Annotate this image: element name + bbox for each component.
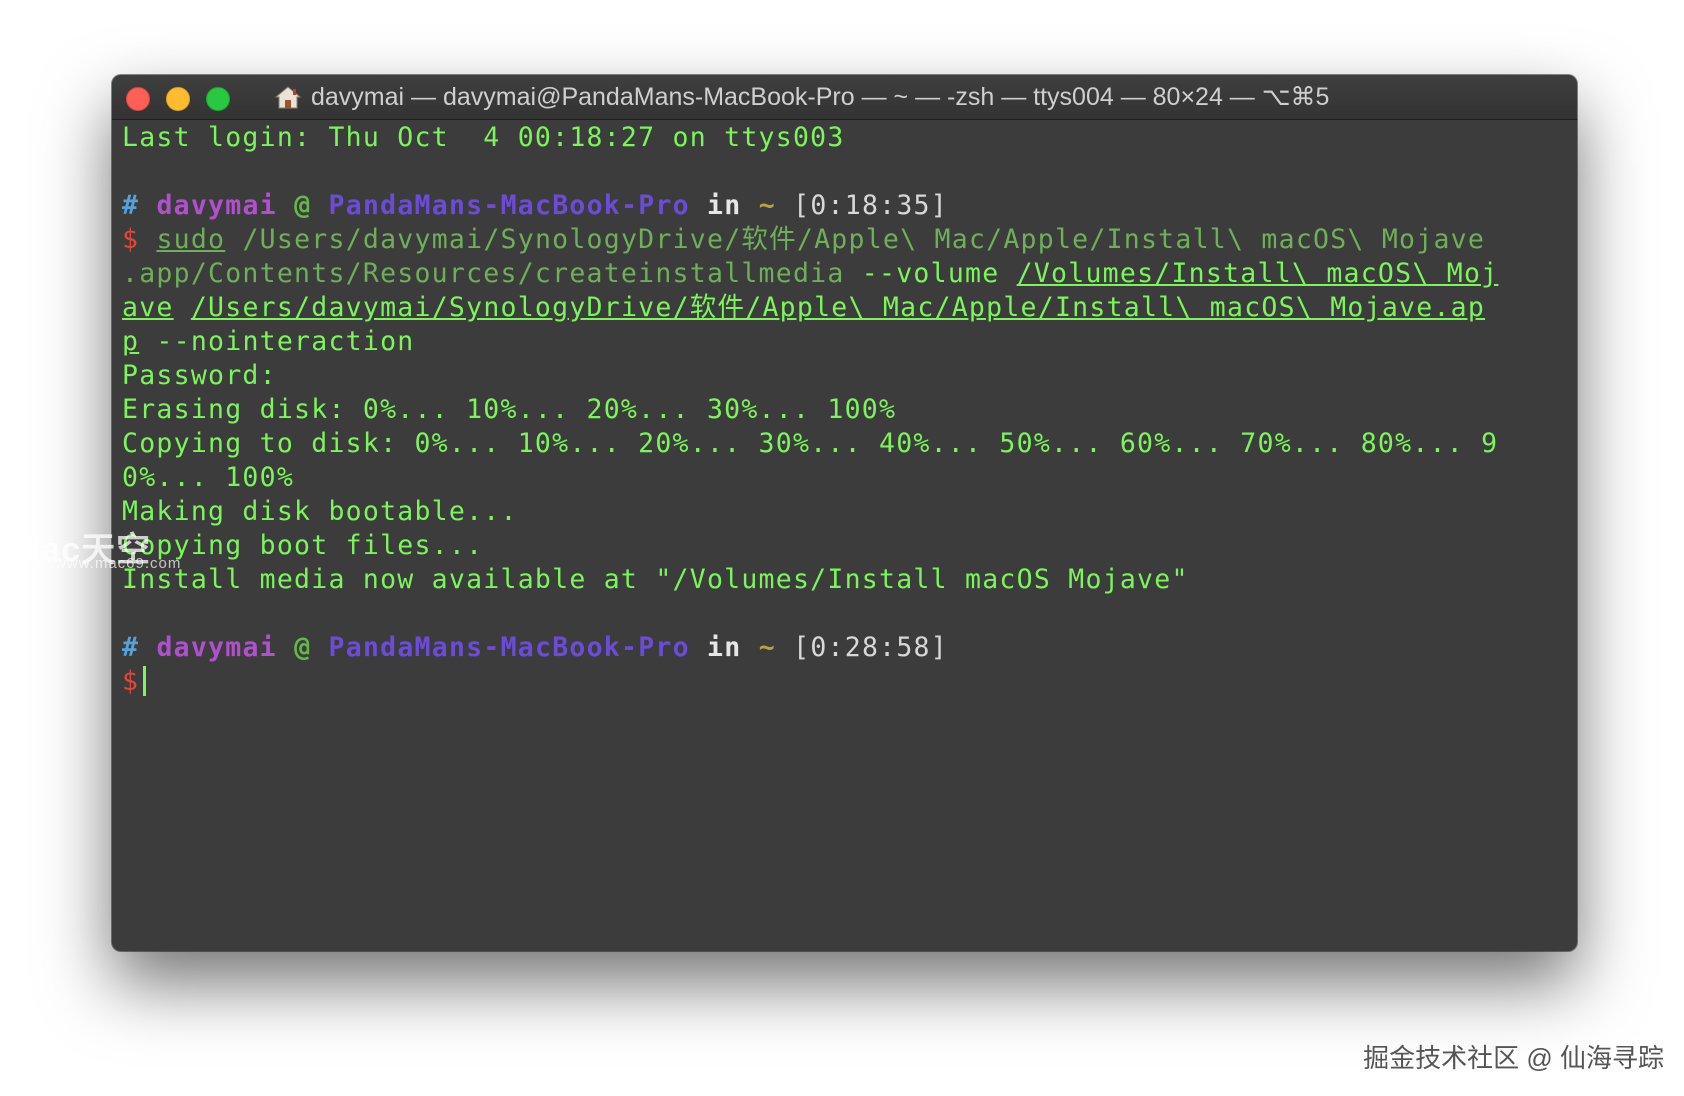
prompt-line: # davymai @ PandaMans-MacBook-Pro in ~ [… <box>122 189 1567 223</box>
home-icon <box>275 86 301 109</box>
prompt-user: davymai <box>156 190 277 221</box>
command-path: /Users/davymai/SynologyDrive/软件/Apple\ M… <box>225 224 1486 255</box>
output-line: Install media now available at "/Volumes… <box>122 564 1189 595</box>
terminal-output[interactable]: Last login: Thu Oct 4 00:18:27 on ttys00… <box>122 121 1567 951</box>
prompt-dollar: $ <box>122 224 140 255</box>
volume-path-cont: ave <box>122 292 174 323</box>
command-path-cont: .app/Contents/Resources/createinstallmed… <box>122 258 845 289</box>
output-line: Making disk bootable... <box>122 496 518 527</box>
terminal-window[interactable]: davymai — davymai@PandaMans-MacBook-Pro … <box>112 75 1577 951</box>
window-title-text: davymai — davymai@PandaMans-MacBook-Pro … <box>311 83 1330 111</box>
prompt-line: # davymai @ PandaMans-MacBook-Pro in ~ [… <box>122 631 1567 665</box>
command-line-3: ave /Users/davymai/SynologyDrive/软件/Appl… <box>122 291 1567 325</box>
text-cursor <box>143 666 147 696</box>
maximize-button[interactable] <box>206 87 230 111</box>
prompt-user: davymai <box>156 632 277 663</box>
command-line-2: .app/Contents/Resources/createinstallmed… <box>122 257 1567 291</box>
prompt-time: [0:28:58] <box>793 632 948 663</box>
prompt-dir: ~ <box>758 632 776 663</box>
last-login-line: Last login: Thu Oct 4 00:18:27 on ttys00… <box>122 122 845 153</box>
source-credit: 掘金技术社区 @ 仙海寻踪 <box>1363 1043 1664 1073</box>
volume-path: /Volumes/Install\ macOS\ Moj <box>1016 258 1499 289</box>
prompt-hash: # <box>122 190 140 221</box>
prompt-dollar: $ <box>122 666 140 697</box>
sudo-token: sudo <box>156 224 226 255</box>
command-line-4: p --nointeraction <box>122 325 1567 359</box>
output-line: Copying boot files... <box>122 530 484 561</box>
window-title: davymai — davymai@PandaMans-MacBook-Pro … <box>275 75 1329 119</box>
prompt-dir: ~ <box>758 190 776 221</box>
prompt-time: [0:18:35] <box>793 190 948 221</box>
command-line-1: $ sudo /Users/davymai/SynologyDrive/软件/A… <box>122 223 1567 257</box>
prompt-in: in <box>707 632 742 663</box>
nointeraction-option: --nointeraction <box>139 326 415 357</box>
input-line[interactable]: $ <box>122 665 1567 699</box>
output-line: Copying to disk: 0%... 10%... 20%... 30%… <box>122 428 1499 459</box>
minimize-button[interactable] <box>166 87 190 111</box>
prompt-host: PandaMans-MacBook-Pro <box>328 190 690 221</box>
output-line: 0%... 100% <box>122 462 295 493</box>
app-path: /Users/davymai/SynologyDrive/软件/Apple\ M… <box>190 292 1486 323</box>
prompt-in: in <box>707 190 742 221</box>
close-button[interactable] <box>126 87 150 111</box>
title-bar[interactable]: davymai — davymai@PandaMans-MacBook-Pro … <box>112 75 1577 120</box>
app-path-cont: p <box>122 326 140 357</box>
output-line: Erasing disk: 0%... 10%... 20%... 30%...… <box>122 394 897 425</box>
prompt-at: @ <box>294 190 312 221</box>
prompt-hash: # <box>122 632 140 663</box>
watermark-url: www.mac69.com <box>55 555 182 572</box>
output-line: Password: <box>122 360 277 391</box>
prompt-host: PandaMans-MacBook-Pro <box>328 632 690 663</box>
prompt-at: @ <box>294 632 312 663</box>
volume-option: --volume <box>844 258 1017 289</box>
